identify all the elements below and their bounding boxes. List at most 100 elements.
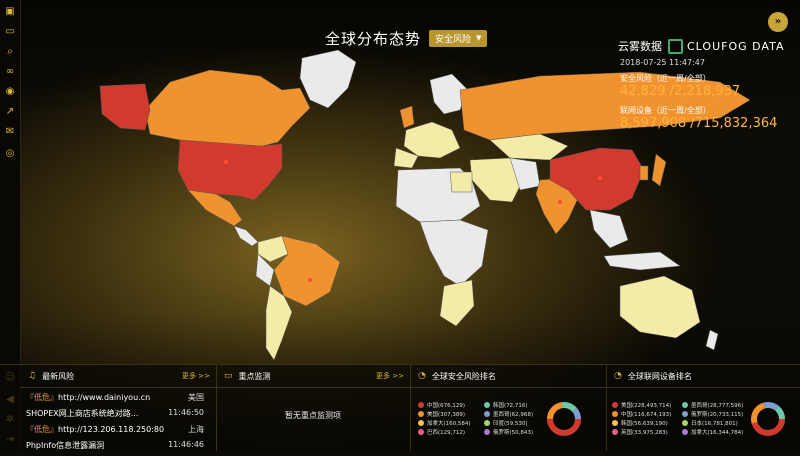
risk-rank-header: ◔ 全球安全风险排名: [410, 365, 606, 388]
latest-risk-header: ♫ 最新风险 更多 >>: [20, 365, 216, 388]
logo-cn: 云雾数据: [618, 40, 662, 53]
legend-item: 中国(116,674,193): [612, 409, 671, 418]
monitor-panel-icon: ▭: [224, 371, 233, 381]
risk-stat-label: 安全风险（近一周/全部）: [620, 74, 711, 83]
collapse-button[interactable]: »: [768, 12, 788, 32]
map-region-new-zealand: [705, 329, 719, 351]
logo-mark-icon: [668, 38, 683, 54]
legend-item: 墨西哥(28,777,596): [682, 400, 743, 409]
bell-icon: ♫: [28, 371, 37, 381]
risk-time: 11:46:50: [168, 408, 204, 417]
filter-label: 安全风险: [435, 34, 472, 45]
map-region-alaska: [99, 83, 151, 131]
latest-risk-title: 最新风险: [42, 371, 75, 381]
map-region-uk: [399, 105, 415, 129]
pie-chart-icon: ◔: [418, 371, 426, 381]
map-region-se-asia: [589, 209, 629, 249]
risk-desc: PhpInfo信息泄露漏洞: [26, 441, 105, 450]
device-donut-chart: [751, 402, 785, 436]
map-region-south-africa: [439, 279, 475, 327]
map-region-central-america: [233, 225, 259, 247]
device-rank-legend-col1: 美国(228,493,714) 中国(116,674,193) 韩国(56,63…: [612, 400, 671, 436]
risk-level-tag: 『低危』: [26, 425, 58, 434]
list-item[interactable]: 『低危』http://www.dainiyou.cn 美国: [26, 392, 210, 408]
risk-stat-value: 42,829 /2,218,937: [620, 84, 741, 99]
risk-rank-title: 全球安全风险排名: [431, 371, 496, 381]
map-region-korea: [639, 165, 649, 181]
caret-down-icon: ▼: [476, 34, 482, 42]
page-title: 全球分布态势: [325, 29, 422, 48]
key-monitor-title: 重点监测: [238, 371, 271, 381]
map-marker-india: [558, 200, 562, 204]
legend-item: 韩国(72,716): [484, 400, 533, 409]
legend-item: 墨西哥(62,968): [484, 409, 533, 418]
legend-item: 美国(307,389): [418, 409, 471, 418]
trend-icon[interactable]: ↗: [4, 106, 16, 118]
binoculars-icon[interactable]: ∞: [4, 66, 16, 78]
risk-url: http://www.dainiyou.cn: [58, 393, 151, 402]
device-rank-panel: ◔ 全球联网设备排名 美国(228,493,714) 中国(116,674,19…: [606, 365, 800, 451]
legend-item: 中国(676,129): [418, 400, 471, 409]
risk-filter-dropdown[interactable]: 安全风险 ▼: [429, 29, 488, 47]
risk-region: 美国: [188, 393, 204, 402]
legend-item: 印度(59,530): [484, 418, 533, 427]
legend-item: 美国(228,493,714): [612, 400, 671, 409]
risk-desc: SHOPEX网上商店系统绝对路...: [26, 409, 139, 418]
map-region-europe-west: [403, 121, 461, 159]
legend-item: 俄罗斯(20,733,115): [682, 409, 743, 418]
list-item-detail[interactable]: PhpInfo信息泄露漏洞 11:46:46: [26, 440, 210, 456]
risk-level-tag: 『低危』: [26, 393, 58, 402]
legend-item: 英国(33,975,283): [612, 427, 671, 436]
map-region-australia: [619, 275, 701, 339]
legend-item: 日本(16,781,801): [682, 418, 743, 427]
risk-url: http://123.206.118.250:80: [58, 425, 165, 434]
key-monitor-more-link[interactable]: 更多 >>: [376, 371, 404, 381]
devices-stat-label: 联网设备（近一周/全部）: [620, 106, 711, 115]
map-region-canada: [144, 69, 311, 149]
stats-panel: 2018-07-25 11:47:47 安全风险（近一周/全部） 42,829 …: [620, 58, 790, 137]
list-item-detail[interactable]: SHOPEX网上商店系统绝对路... 11:46:50: [26, 408, 210, 424]
map-marker-brazil: [308, 278, 312, 282]
monitor-icon[interactable]: ▭: [4, 26, 16, 38]
devices-stat-value: 8,597,908 /715,832,364: [620, 116, 778, 131]
risk-time: 11:46:46: [168, 440, 204, 449]
key-monitor-panel: ▭ 重点监测 更多 >> 暂无重点监测项: [216, 365, 411, 451]
bottom-bar: ♫ 最新风险 更多 >> 『低危』http://www.dainiyou.cn …: [0, 364, 800, 451]
risk-donut-chart: [547, 402, 581, 436]
risk-rank-legend-col1: 中国(676,129) 美国(307,389) 加拿大(160,584) 巴西(…: [418, 400, 471, 436]
legend-item: 加拿大(160,584): [418, 418, 471, 427]
device-rank-header: ◔ 全球联网设备排名: [606, 365, 800, 388]
risk-region: 上海: [188, 425, 204, 434]
risk-list: 『低危』http://www.dainiyou.cn 美国 SHOPEX网上商店…: [20, 388, 216, 456]
map-marker-china: [598, 176, 602, 180]
latest-risk-panel: ♫ 最新风险 更多 >> 『低危』http://www.dainiyou.cn …: [20, 365, 217, 451]
logo-en: CLOUFOG DATA: [687, 39, 785, 53]
risk-rank-legend-col2: 韩国(72,716) 墨西哥(62,968) 印度(59,530) 俄罗斯(50…: [484, 400, 533, 436]
globe-icon[interactable]: ◎: [4, 148, 16, 160]
timestamp: 2018-07-25 11:47:47: [620, 58, 705, 67]
brand-logo: 云雾数据 CLOUFOG DATA: [618, 38, 784, 54]
dashboard-icon[interactable]: ▣: [4, 6, 16, 18]
map-region-central-africa: [419, 219, 489, 287]
map-region-japan: [651, 153, 667, 187]
device-rank-legend-col2: 墨西哥(28,777,596) 俄罗斯(20,733,115) 日本(16,78…: [682, 400, 743, 436]
search-icon[interactable]: ⌕: [4, 46, 16, 58]
key-monitor-empty: 暂无重点监测项: [285, 411, 341, 420]
legend-item: 巴西(129,712): [418, 427, 471, 436]
pie-chart-icon: ◔: [614, 371, 622, 381]
legend-item: 俄罗斯(50,843): [484, 427, 533, 436]
header: 全球分布态势 安全风险 ▼: [325, 28, 488, 48]
double-chevron-down-icon: »: [774, 16, 782, 27]
device-rank-title: 全球联网设备排名: [627, 371, 692, 381]
eye-icon[interactable]: ◉: [4, 86, 16, 98]
list-item[interactable]: 『低危』http://123.206.118.250:80 上海: [26, 424, 210, 440]
key-monitor-header: ▭ 重点监测 更多 >>: [216, 365, 410, 388]
map-region-indonesia: [603, 251, 681, 271]
risk-rank-panel: ◔ 全球安全风险排名 中国(676,129) 美国(307,389) 加拿大(1…: [410, 365, 607, 451]
legend-item: 加拿大(16,344,784): [682, 427, 743, 436]
mail-icon[interactable]: ✉: [4, 126, 16, 138]
legend-item: 韩国(56,639,190): [612, 418, 671, 427]
latest-risk-more-link[interactable]: 更多 >>: [182, 371, 210, 381]
map-marker-usa: [224, 160, 228, 164]
map-region-egypt: [449, 171, 473, 193]
